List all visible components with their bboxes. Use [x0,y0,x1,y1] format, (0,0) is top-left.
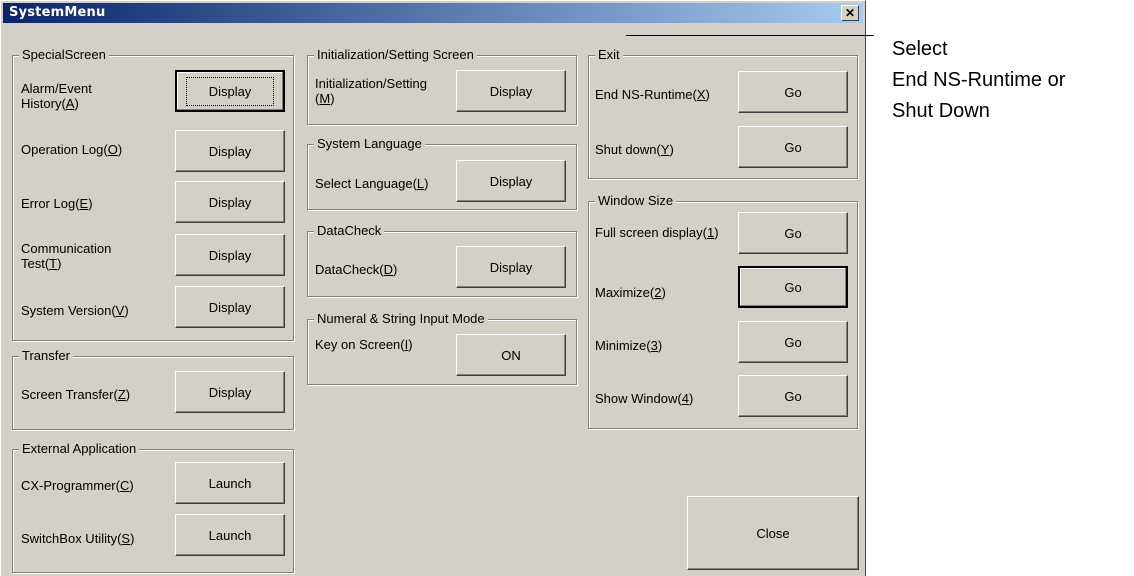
select-language-display-button[interactable]: Display [456,160,566,202]
accelerator-key: I [404,337,409,352]
exit-legend: Exit [595,47,623,62]
accelerator-key: 4 [681,391,689,406]
label-alarm-event-history: Alarm/Event History(A) [21,81,92,111]
accelerator-key: C [119,478,130,493]
accelerator-key: D [383,262,394,277]
accelerator-key: A [65,96,75,111]
label-full-screen-display: Full screen display(1) [595,225,719,240]
accelerator-key: E [79,196,89,211]
datacheck-legend: DataCheck [314,223,385,238]
label-cx-programmer: CX-Programmer(C) [21,478,134,493]
accelerator-key: S [121,531,131,546]
show-window-go-button[interactable]: Go [738,375,848,417]
accelerator-key: V [115,303,125,318]
system-language-legend: System Language [314,136,425,151]
system-menu-window: SystemMenu ✕ SpecialScreen Alarm/Event Hi… [0,0,866,576]
accelerator-key: Z [117,387,126,402]
accelerator-key: Y [660,142,670,157]
shut-down-go-button[interactable]: Go [738,126,848,168]
label-switchbox-utility: SwitchBox Utility(S) [21,531,135,546]
special-screen-legend: SpecialScreen [19,47,109,62]
title-bar[interactable]: SystemMenu ✕ [3,3,863,23]
label-maximize: Maximize(2) [595,285,666,300]
label-key-on-screen: Key on Screen(I) [315,337,413,352]
close-icon: ✕ [844,5,856,20]
annotation-line-2: End NS-Runtime or [892,69,1066,91]
label-communication-test: Communication Test(T) [21,241,112,271]
label-datacheck: DataCheck(D) [315,262,398,277]
system-version-display-button[interactable]: Display [175,286,285,328]
accelerator-key: M [319,91,331,106]
cx-programmer-launch-button[interactable]: Launch [175,462,285,504]
label-operation-log: Operation Log(O) [21,142,123,157]
maximize-go-button[interactable]: Go [738,266,848,308]
screen-transfer-display-button[interactable]: Display [175,371,285,413]
accelerator-key: 2 [654,285,662,300]
transfer-legend: Transfer [19,348,73,363]
annotation-leader-line [626,35,874,36]
accelerator-key: T [49,256,58,271]
accelerator-key: X [696,87,706,102]
label-initialization-setting: Initialization/Setting (M) [315,76,428,106]
full-screen-display-go-button[interactable]: Go [738,212,848,254]
annotation-line-1: Select [892,38,948,60]
window-close-button[interactable]: ✕ [841,5,859,21]
operation-log-display-button[interactable]: Display [175,130,285,172]
close-button[interactable]: Close [687,496,859,570]
end-ns-runtime-go-button[interactable]: Go [738,71,848,113]
label-screen-transfer: Screen Transfer(Z) [21,387,131,402]
accelerator-key: O [107,142,118,157]
label-shut-down: Shut down(Y) [595,142,674,157]
accelerator-key: L [416,176,425,191]
input-mode-legend: Numeral & String Input Mode [314,311,488,326]
error-log-display-button[interactable]: Display [175,181,285,223]
alarm-event-history-display-button[interactable]: Display [175,70,285,112]
label-minimize: Minimize(3) [595,338,663,353]
window-title: SystemMenu [9,5,106,20]
label-error-log: Error Log(E) [21,196,93,211]
window-size-legend: Window Size [595,193,677,208]
accelerator-key: 1 [707,225,715,240]
minimize-go-button[interactable]: Go [738,321,848,363]
key-on-screen-toggle-button[interactable]: ON [456,334,566,376]
label-show-window: Show Window(4) [595,391,694,406]
switchbox-utility-launch-button[interactable]: Launch [175,514,285,556]
external-application-legend: External Application [19,441,140,456]
annotation-text: Select End NS-Runtime or Shut Down [892,34,1065,127]
accelerator-key: 3 [650,338,658,353]
initialization-setting-display-button[interactable]: Display [456,70,566,112]
label-select-language: Select Language(L) [315,176,429,191]
annotation-line-3: Shut Down [892,100,990,122]
initialization-legend: Initialization/Setting Screen [314,47,477,62]
label-end-ns-runtime: End NS-Runtime(X) [595,87,710,102]
datacheck-display-button[interactable]: Display [456,246,566,288]
communication-test-display-button[interactable]: Display [175,234,285,276]
label-system-version: System Version(V) [21,303,129,318]
